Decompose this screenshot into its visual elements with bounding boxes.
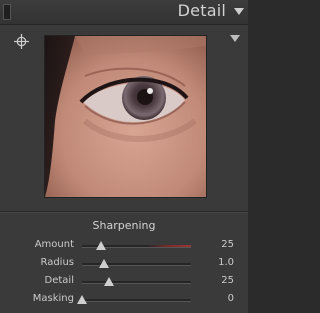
detail-value[interactable]: 25	[221, 275, 234, 286]
eye-closeup-image	[45, 36, 206, 197]
amount-slider-row[interactable]: Amount 25	[0, 237, 248, 255]
masking-value[interactable]: 0	[228, 293, 234, 304]
masking-slider-thumb[interactable]	[77, 295, 87, 304]
masking-label: Masking	[32, 293, 74, 304]
detail-label: Detail	[44, 275, 74, 286]
crosshair-icon[interactable]	[14, 34, 29, 49]
collapse-triangle-icon[interactable]	[234, 8, 244, 15]
masking-slider-row[interactable]: Masking 0	[0, 291, 248, 309]
detail-slider-thumb[interactable]	[104, 277, 115, 286]
detail-slider-track[interactable]	[82, 281, 191, 284]
sharpening-heading: Sharpening	[92, 219, 156, 232]
masking-slider-track[interactable]	[82, 299, 191, 302]
radius-value[interactable]: 1.0	[218, 257, 234, 268]
amount-label: Amount	[34, 239, 74, 250]
amount-value[interactable]: 25	[221, 239, 234, 250]
detail-preview-image[interactable]	[44, 35, 207, 198]
panel-solo-toggle[interactable]	[3, 4, 11, 20]
panel-title: Detail	[177, 1, 226, 20]
detail-panel: Detail Sharpening Amount 25 Radius 1.0 D…	[0, 0, 248, 313]
preview-area	[0, 25, 248, 211]
radius-slider-thumb[interactable]	[98, 259, 109, 268]
amount-slider-thumb[interactable]	[95, 241, 106, 250]
preview-toggle-triangle-icon[interactable]	[230, 35, 240, 42]
section-divider-highlight	[0, 212, 248, 213]
radius-label: Radius	[40, 257, 74, 268]
detail-slider-row[interactable]: Detail 25	[0, 273, 248, 291]
panel-header[interactable]: Detail	[0, 0, 248, 25]
radius-slider-row[interactable]: Radius 1.0	[0, 255, 248, 273]
